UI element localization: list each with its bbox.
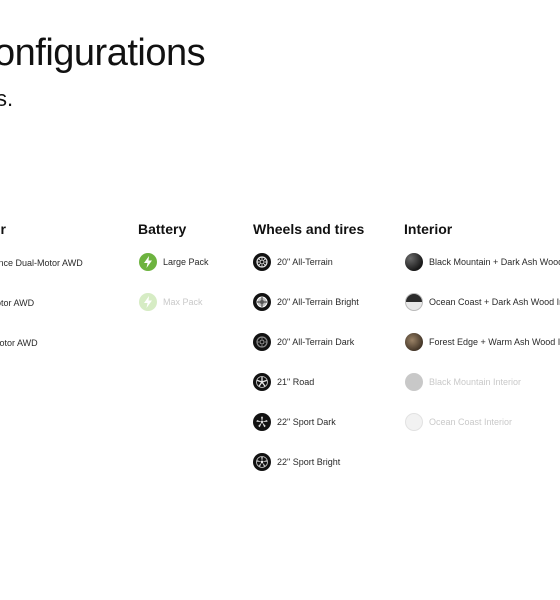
option-label: Motor AWD [0, 338, 38, 348]
interior-option-ocean-coast-dark-ash[interactable]: Ocean Coast + Dark Ash Wood In [405, 293, 560, 311]
forest-edge-warm-ash-swatch [405, 333, 423, 351]
option-label: Ocean Coast Interior [429, 417, 513, 427]
wheel-option-20-all-terrain-bright[interactable]: 20" All-Terrain Bright [253, 293, 359, 311]
column-title-interior: Interior [404, 221, 453, 237]
option-label: Max Pack [163, 297, 203, 307]
interior-option-ocean-coast: Ocean Coast Interior [405, 413, 512, 431]
wheel-road-icon [253, 373, 271, 391]
option-label: 20" All-Terrain Dark [277, 337, 355, 347]
motor-option-single-motor[interactable]: Motor AWD [0, 338, 38, 348]
wheel-all-terrain-icon [253, 253, 271, 271]
wheel-all-terrain-bright-icon [253, 293, 271, 311]
wheel-sport-bright-icon [253, 453, 271, 471]
lightning-bolt-icon [139, 293, 157, 311]
option-label: Ocean Coast + Dark Ash Wood In [429, 297, 560, 307]
column-title-wheels: Wheels and tires [253, 221, 365, 237]
column-title-battery: Battery [138, 221, 187, 237]
option-label: Forest Edge + Warm Ash Wood In [429, 337, 560, 347]
option-label: 22" Sport Dark [277, 417, 336, 427]
page-subtitle: s. [0, 86, 14, 111]
column-interior: Interior [404, 220, 452, 238]
option-label: 22" Sport Bright [277, 457, 341, 467]
black-mountain-dark-ash-swatch [405, 253, 423, 271]
option-label: Black Mountain Interior [429, 377, 522, 387]
motor-option-dual-motor[interactable]: lotor AWD [0, 298, 34, 308]
ocean-coast-dark-ash-swatch [405, 293, 423, 311]
option-label: lotor AWD [0, 298, 35, 308]
option-label: 20" All-Terrain Bright [277, 297, 359, 307]
battery-option-large-pack[interactable]: Large Pack [139, 253, 209, 271]
wheel-option-21-road[interactable]: 21" Road [253, 373, 314, 391]
lightning-bolt-icon [139, 253, 157, 271]
battery-option-max-pack: Max Pack [139, 293, 203, 311]
wheel-option-20-all-terrain[interactable]: 20" All-Terrain [253, 253, 333, 271]
black-mountain-swatch [405, 373, 423, 391]
interior-option-black-mountain-dark-ash[interactable]: Black Mountain + Dark Ash Wood [405, 253, 560, 271]
option-label: Black Mountain + Dark Ash Wood [429, 257, 560, 267]
wheel-option-20-all-terrain-dark[interactable]: 20" All-Terrain Dark [253, 333, 354, 351]
ocean-coast-swatch [405, 413, 423, 431]
wheel-option-22-sport-dark[interactable]: 22" Sport Dark [253, 413, 336, 431]
column-battery: Battery [138, 220, 186, 238]
option-label: Large Pack [163, 257, 209, 267]
option-label: 20" All-Terrain [277, 257, 333, 267]
column-motor: or [0, 220, 6, 238]
page-title: onfigurations [0, 32, 206, 74]
column-title-motor: or [0, 221, 6, 237]
column-wheels: Wheels and tires [253, 220, 364, 238]
interior-option-black-mountain: Black Mountain Interior [405, 373, 521, 391]
wheel-option-22-sport-bright[interactable]: 22" Sport Bright [253, 453, 340, 471]
option-label: mance Dual-Motor AWD [0, 258, 83, 268]
wheel-all-terrain-dark-icon [253, 333, 271, 351]
wheel-sport-dark-icon [253, 413, 271, 431]
interior-option-forest-edge-warm-ash[interactable]: Forest Edge + Warm Ash Wood In [405, 333, 560, 351]
motor-option-performance-dual[interactable]: mance Dual-Motor AWD [0, 258, 83, 268]
option-label: 21" Road [277, 377, 315, 387]
